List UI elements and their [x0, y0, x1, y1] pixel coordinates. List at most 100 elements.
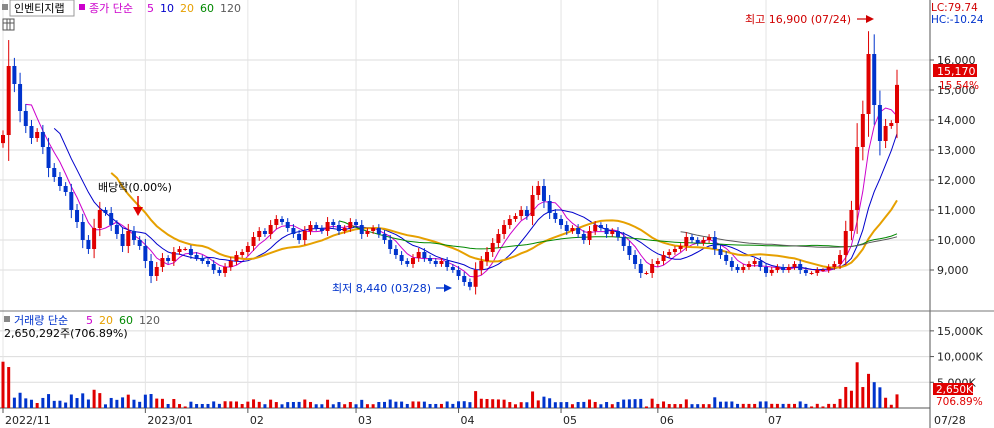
volume-bar — [75, 398, 79, 408]
vol-legend-120[interactable]: 120 — [139, 314, 160, 327]
volume-bar — [479, 398, 483, 408]
volume-bar — [867, 373, 871, 408]
volume-bar — [605, 402, 609, 408]
candle-body — [428, 258, 433, 261]
stock-chart-root: 9,000 10,000 11,000 12,000 13,000 14,000 15,00… — [0, 0, 994, 428]
vol-legend-5[interactable]: 5 — [86, 314, 93, 327]
vol-legend-60[interactable]: 60 — [119, 314, 133, 327]
ma-legend-5[interactable]: 5 — [147, 2, 154, 15]
candle-body — [610, 231, 615, 234]
candle-body — [564, 225, 569, 231]
candle-body — [57, 177, 62, 186]
candle-body — [667, 252, 672, 255]
volume-bar — [348, 402, 352, 408]
volume-bar — [354, 404, 358, 408]
price-tick-label: 10,000 — [937, 234, 976, 247]
candle-body — [467, 282, 472, 287]
candle-body — [183, 249, 188, 250]
candle-body — [826, 267, 831, 270]
candle-body — [342, 228, 347, 231]
dividend-marker-label: 배당락(0.00%) — [98, 181, 172, 194]
volume-bar — [838, 398, 842, 408]
candle-body — [416, 252, 421, 258]
volume-bar — [92, 389, 96, 408]
volume-bar — [855, 362, 859, 408]
candle-body — [485, 252, 490, 261]
candle-body — [393, 249, 398, 255]
volume-bar — [588, 399, 592, 408]
volume-bar — [189, 401, 193, 408]
candle-body — [843, 231, 848, 255]
date-tick-label: 03 — [358, 414, 372, 427]
volume-bar — [377, 402, 381, 408]
candle-body — [593, 225, 598, 231]
candle-body — [553, 213, 558, 219]
table-icon[interactable] — [2, 18, 15, 31]
candle-body — [638, 264, 643, 273]
volume-bar — [593, 401, 597, 408]
candle-body — [52, 168, 57, 177]
date-tick-label: 2023/01 — [147, 414, 193, 427]
candle-body — [507, 219, 512, 225]
ma-legend-10[interactable]: 10 — [160, 2, 174, 15]
ma-legend-20[interactable]: 20 — [180, 2, 194, 15]
candle-body — [234, 255, 239, 261]
volume-bar — [553, 402, 557, 408]
candle-body — [644, 273, 649, 274]
candle-body — [297, 234, 302, 240]
volume-bar — [451, 403, 455, 408]
candle-body — [29, 126, 34, 138]
volume-bar — [297, 401, 301, 408]
candle-body — [479, 261, 484, 270]
volume-bar — [673, 404, 677, 408]
volume-bar — [24, 398, 28, 408]
volume-bar — [622, 399, 626, 408]
candle-body — [581, 234, 586, 240]
candle-body — [524, 210, 529, 216]
vol-legend-20[interactable]: 20 — [99, 314, 113, 327]
candle-body — [177, 249, 182, 252]
volume-bar — [775, 403, 779, 408]
candle-body — [18, 84, 23, 111]
date-tick-label: 05 — [563, 414, 577, 427]
candle-body — [895, 84, 899, 123]
candle-body — [883, 126, 888, 141]
volume-bar — [878, 387, 882, 408]
candle-body — [171, 252, 176, 261]
current-price: 15,170 — [937, 65, 976, 78]
volume-bar — [599, 404, 603, 408]
volume-bar — [861, 387, 865, 408]
ma-legend-120[interactable]: 120 — [220, 2, 241, 15]
date-tick-label: 02 — [250, 414, 264, 427]
volume-bar — [166, 403, 170, 408]
volume-bar — [47, 394, 51, 408]
candle-body — [97, 210, 102, 228]
candle-body — [109, 213, 114, 225]
vol-legend-title[interactable]: 거래량 단순 — [14, 314, 68, 327]
volume-bar — [394, 401, 398, 408]
candle-body — [764, 267, 769, 273]
volume-bar — [41, 397, 45, 408]
candle-body — [302, 231, 307, 240]
candle-body — [217, 270, 222, 273]
ma-legend-60[interactable]: 60 — [200, 2, 214, 15]
candle-body — [604, 228, 609, 234]
ma-legend-title[interactable]: 종가 단순 — [89, 2, 133, 15]
hc-label: HC:-10.24 — [931, 14, 984, 26]
candle-body — [160, 258, 165, 267]
candle-body — [399, 255, 404, 261]
candle-body — [615, 231, 620, 237]
volume-bar — [428, 403, 432, 408]
volume-bar — [525, 402, 529, 408]
stock-chart[interactable]: 9,000 10,000 11,000 12,000 13,000 14,000 15,00… — [0, 0, 994, 428]
volume-bar — [115, 399, 119, 408]
current-change: 15.54% — [939, 80, 979, 92]
volume-bar — [98, 393, 102, 408]
candle-body — [746, 264, 751, 267]
volume-bar — [570, 404, 574, 408]
candle-body — [781, 267, 786, 270]
volume-bar — [263, 404, 267, 408]
volume-bar — [644, 406, 648, 408]
volume-bar — [844, 386, 848, 408]
candle-body — [46, 147, 51, 168]
